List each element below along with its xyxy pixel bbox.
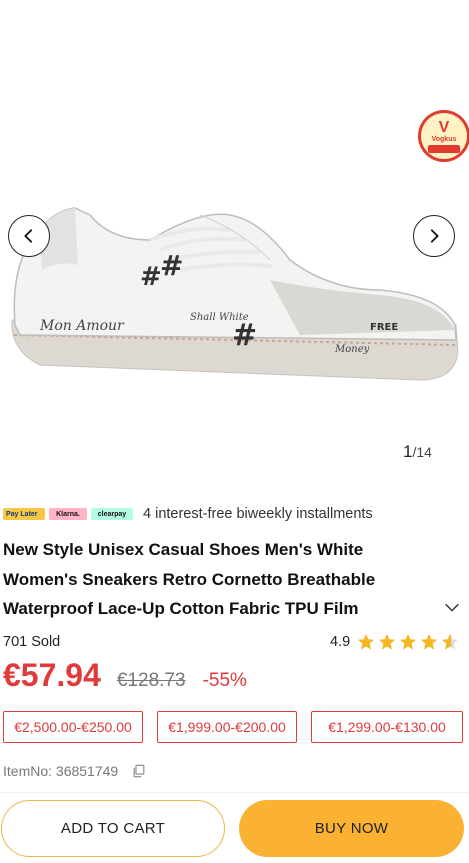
add-to-cart-button[interactable]: ADD TO CART — [1, 800, 225, 857]
image-counter: 1/14 — [403, 442, 432, 462]
buy-now-button[interactable]: BUY NOW — [239, 800, 464, 857]
half-star-icon — [442, 633, 459, 650]
installment-text: 4 interest-free biweekly installments — [143, 506, 373, 522]
svg-text:Money: Money — [334, 344, 370, 355]
promo-badge-stripe — [428, 144, 460, 153]
coupon-button[interactable]: €1,999.00-€200.00 — [157, 711, 297, 743]
clearpay-logo: clearpay — [91, 508, 133, 520]
svg-text:#: # — [140, 262, 162, 292]
next-image-button[interactable] — [413, 215, 455, 257]
product-title: New Style Unisex Casual Shoes Men's Whit… — [3, 540, 376, 618]
chevron-down-icon[interactable] — [443, 598, 461, 616]
discount-percent: -55% — [202, 670, 247, 691]
current-price: €57.94 — [3, 657, 101, 693]
svg-text:Mon Amour: Mon Amour — [39, 318, 125, 334]
svg-text:#: # — [232, 318, 257, 353]
promo-badge[interactable]: V Vogkus — [418, 110, 469, 162]
chevron-left-icon — [24, 229, 33, 243]
rating-value: 4.9 — [330, 634, 351, 650]
svg-text:#: # — [160, 249, 183, 282]
star-icon — [379, 633, 396, 650]
sold-count: 701 Sold — [3, 634, 61, 650]
promo-badge-label: Vogkus — [431, 135, 457, 143]
price-row: €57.94 €128.73 -55% — [3, 657, 247, 694]
star-icon — [400, 633, 417, 650]
promo-badge-logo: V — [438, 118, 450, 136]
coupon-button[interactable]: €2,500.00-€250.00 — [3, 711, 143, 743]
star-icon — [358, 633, 375, 650]
svg-text:FREE: FREE — [370, 322, 398, 333]
item-number: ItemNo: 36851749 — [3, 763, 119, 779]
divider — [0, 792, 469, 793]
coupon-list: €2,500.00-€250.00 €1,999.00-€200.00 €1,2… — [3, 711, 463, 743]
item-number-row: ItemNo: 36851749 — [3, 763, 146, 779]
installment-options[interactable]: Pay Later Klarna. clearpay 4 interest-fr… — [3, 506, 373, 522]
previous-image-button[interactable] — [8, 215, 50, 257]
copy-icon[interactable] — [132, 764, 146, 778]
paylater-logo: Pay Later — [3, 508, 45, 520]
star-icon — [421, 633, 438, 650]
original-price: €128.73 — [116, 670, 186, 691]
image-counter-total: /14 — [412, 444, 432, 460]
coupon-button[interactable]: €1,299.00-€130.00 — [311, 711, 463, 743]
rating[interactable]: 4.9 — [330, 633, 459, 651]
klarna-logo: Klarna. — [49, 508, 87, 520]
product-gallery[interactable]: # # # Mon Amour Shall White Money FREE V… — [0, 0, 469, 475]
product-image: # # # Mon Amour Shall White Money FREE — [11, 207, 459, 381]
svg-text:Shall White: Shall White — [190, 312, 249, 323]
chevron-right-icon — [430, 229, 439, 243]
